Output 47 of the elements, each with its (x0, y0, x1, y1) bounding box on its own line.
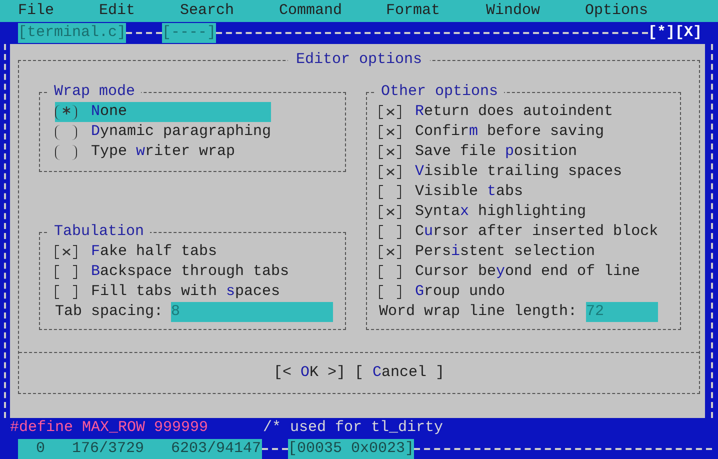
radio-label[interactable]: None (91, 102, 128, 122)
checkbox-label[interactable]: Group undo (415, 282, 506, 302)
checkbox-checked-icon[interactable] (55, 245, 77, 259)
checkbox-empty-icon[interactable] (55, 265, 77, 279)
checkbox-checked-icon[interactable] (379, 205, 401, 219)
checkbox-checked-icon[interactable] (379, 165, 401, 179)
status-char-code: [00035 0x0023] (288, 438, 414, 458)
checkbox-empty-icon[interactable] (379, 225, 401, 239)
checkbox-empty-icon[interactable] (379, 285, 401, 299)
menu-item[interactable]: Command (279, 1, 386, 21)
menu-item[interactable]: Window (486, 1, 585, 21)
checkbox-label[interactable]: Fill tabs with spaces (91, 282, 280, 302)
radio-selected-icon[interactable] (55, 104, 77, 120)
code-text: #define MAX_ROW 999999 (10, 418, 210, 438)
checkbox-label[interactable]: Cursor after inserted block (415, 222, 658, 242)
radio-label[interactable]: Dynamic paragraphing (90, 122, 271, 142)
checkbox-checked-icon[interactable] (379, 245, 401, 259)
checkbox-checked-icon[interactable] (379, 125, 401, 139)
checkbox-label[interactable]: Confirm before saving (415, 122, 604, 142)
dialog-button[interactable]: [ Cancel ] (354, 363, 445, 383)
checkbox-checked-icon[interactable] (379, 105, 401, 119)
menu-item[interactable]: Search (180, 1, 279, 21)
window-controls[interactable]: [*][X] (648, 23, 702, 43)
checkbox-label[interactable]: Syntax highlighting (415, 202, 586, 222)
menu-item[interactable]: Options (585, 1, 675, 21)
checkbox-label[interactable]: Fake half tabs (91, 242, 218, 262)
checkbox-label[interactable]: Save file position (415, 142, 578, 162)
checkbox-empty-icon[interactable] (379, 185, 401, 199)
dialog-button[interactable]: [< OK >] (273, 363, 346, 383)
checkbox-label[interactable]: Visible trailing spaces (415, 162, 622, 182)
menu-item[interactable]: Format (386, 1, 486, 21)
code-comment: /* used for tl_dirty (263, 418, 444, 438)
checkbox-checked-icon[interactable] (379, 145, 401, 159)
checkbox-label[interactable]: Return does autoindent (415, 102, 614, 122)
field-label: Word wrap line length: (379, 302, 578, 322)
status-position: 0 176/3729 6203/94147 (18, 438, 262, 458)
checkbox-label[interactable]: Persistent selection (415, 242, 596, 262)
checkbox-empty-icon[interactable] (379, 265, 401, 279)
radio-label[interactable]: Type writer wrap (91, 142, 236, 162)
menu-item[interactable]: Edit (99, 1, 180, 21)
checkbox-label[interactable]: Backspace through tabs (91, 262, 290, 282)
checkbox-label[interactable]: Visible tabs (415, 182, 524, 202)
radio-empty-icon[interactable] (55, 124, 77, 140)
menu-item[interactable]: File (18, 1, 99, 21)
checkbox-label[interactable]: Cursor beyond end of line (415, 262, 640, 282)
field-label: Tab spacing: (55, 302, 164, 322)
checkbox-empty-icon[interactable] (55, 285, 77, 299)
